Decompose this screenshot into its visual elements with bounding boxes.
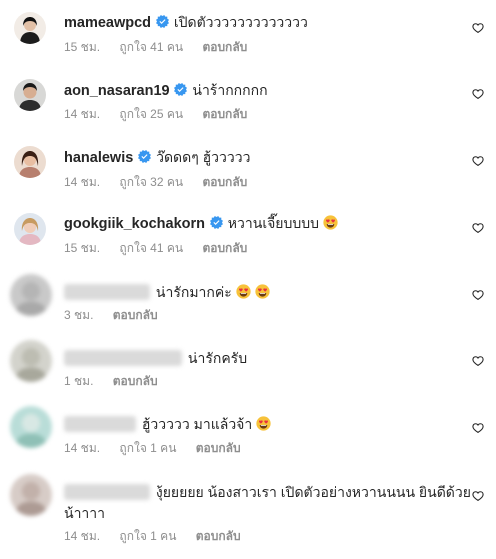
comment-likes-count[interactable]: ถูกใจ 1 คน — [119, 441, 176, 455]
blurred-username[interactable] — [64, 416, 136, 432]
comment-username[interactable]: mameawpcd — [64, 15, 151, 31]
avatar[interactable] — [14, 79, 46, 111]
comment-time: 14 ชม. — [64, 529, 101, 543]
reply-button[interactable]: ตอบกลับ — [202, 241, 247, 255]
heart-eyes-emoji-icon — [255, 284, 270, 299]
reply-button[interactable]: ตอบกลับ — [202, 40, 247, 54]
reply-button[interactable]: ตอบกลับ — [202, 175, 247, 189]
blurred-username[interactable] — [64, 350, 182, 366]
comment-likes-count[interactable]: ถูกใจ 41 คน — [119, 241, 183, 255]
reply-button[interactable]: ตอบกลับ — [196, 441, 241, 455]
comment-text: น่าร้ากกกกก — [192, 82, 268, 98]
verified-badge-icon — [174, 83, 187, 96]
comment-time: 14 ชม. — [64, 441, 101, 455]
comment-text-continued: น้าาาา — [64, 505, 106, 521]
comment-time: 3 ชม. — [64, 308, 94, 322]
comment-text: น่ารักมากค่ะ — [155, 284, 232, 300]
comment-time: 15 ชม. — [64, 40, 101, 54]
avatar[interactable] — [10, 274, 52, 316]
reply-button[interactable]: ตอบกลับ — [113, 374, 158, 388]
comment-time: 15 ชม. — [64, 241, 101, 255]
comment-likes-count[interactable]: ถูกใจ 41 คน — [119, 40, 183, 54]
heart-outline-icon[interactable] — [472, 88, 484, 100]
blurred-username[interactable] — [64, 484, 150, 500]
comment-likes-count[interactable]: ถูกใจ 32 คน — [119, 175, 183, 189]
avatar[interactable] — [10, 340, 52, 382]
comment-username[interactable]: gookgiik_kochakorn — [64, 216, 205, 232]
reply-button[interactable]: ตอบกลับ — [196, 529, 241, 543]
comment-likes-count[interactable]: ถูกใจ 25 คน — [119, 107, 183, 121]
avatar[interactable] — [10, 474, 52, 516]
verified-badge-icon — [138, 150, 151, 163]
comment-text: เปิดตัววววววววววววว — [173, 14, 308, 30]
comment-username[interactable]: hanalewis — [64, 150, 133, 166]
comment-username[interactable]: aon_nasaran19 — [64, 83, 170, 99]
blurred-username[interactable] — [64, 284, 150, 300]
comment-likes-count[interactable]: ถูกใจ 1 คน — [119, 529, 176, 543]
comment-time: 14 ชม. — [64, 107, 101, 121]
heart-eyes-emoji-icon — [236, 284, 251, 299]
verified-badge-icon — [210, 216, 223, 229]
heart-eyes-emoji-icon — [323, 215, 338, 230]
heart-outline-icon[interactable] — [472, 289, 484, 301]
comment-text: หวานเจี๊ยบบบบ — [227, 215, 320, 231]
avatar[interactable] — [14, 146, 46, 178]
heart-outline-icon[interactable] — [472, 355, 484, 367]
comment-time: 1 ชม. — [64, 374, 94, 388]
comment-text: ฮู้ววววว มาแล้วจ้า — [141, 416, 253, 432]
comment-time: 14 ชม. — [64, 175, 101, 189]
avatar[interactable] — [14, 12, 46, 44]
heart-outline-icon[interactable] — [472, 222, 484, 234]
reply-button[interactable]: ตอบกลับ — [202, 107, 247, 121]
heart-outline-icon[interactable] — [472, 422, 484, 434]
reply-button[interactable]: ตอบกลับ — [113, 308, 158, 322]
comment-text: ว๊ดดดๆ ฮู้ววววว — [156, 149, 251, 165]
comment-text: งุ้ยยยยย น้องสาวเรา เปิดตัวอย่างหวานนนน … — [155, 484, 471, 500]
comment-text: น่ารักครับ — [187, 350, 248, 366]
heart-outline-icon[interactable] — [472, 155, 484, 167]
heart-eyes-emoji-icon — [256, 416, 271, 431]
verified-badge-icon — [156, 15, 169, 28]
heart-outline-icon[interactable] — [472, 490, 484, 502]
avatar[interactable] — [14, 213, 46, 245]
avatar[interactable] — [10, 406, 52, 448]
heart-outline-icon[interactable] — [472, 22, 484, 34]
